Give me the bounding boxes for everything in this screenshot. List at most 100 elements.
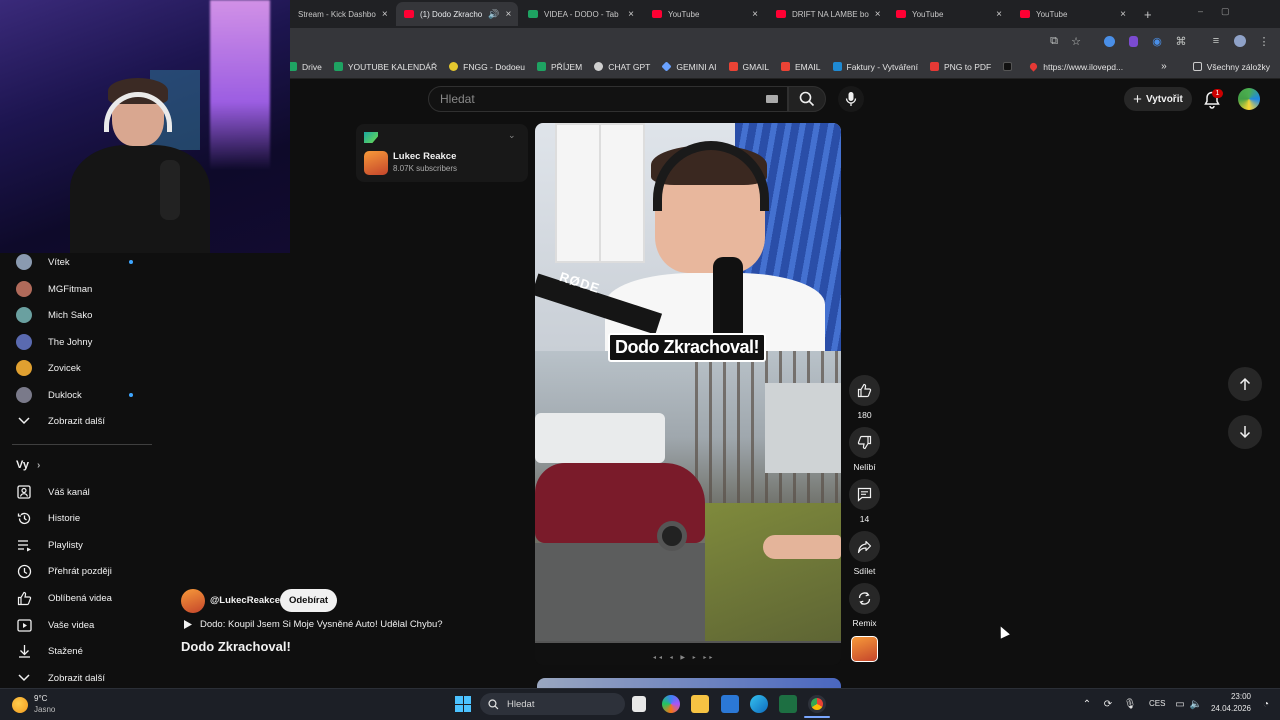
- search-button[interactable]: [788, 86, 826, 112]
- tab-drift-na-lambe[interactable]: DRIFT NA LAMBE bo ×: [768, 2, 886, 26]
- weather-condition[interactable]: Jasno: [34, 705, 55, 714]
- bookmark-youtube-kalendar[interactable]: YOUTUBE KALENDÁŘ: [333, 62, 437, 72]
- menu-kebab-icon[interactable]: ⋮: [1257, 34, 1271, 48]
- bookmark-gemini[interactable]: GEMINI AI: [661, 61, 717, 72]
- copilot-app-icon[interactable]: [662, 695, 680, 713]
- remix-button[interactable]: [849, 583, 880, 614]
- close-icon[interactable]: ×: [376, 9, 388, 20]
- bookmark-unnamed[interactable]: [1003, 62, 1017, 71]
- create-button[interactable]: + Vytvořit: [1124, 87, 1192, 111]
- notifications-icon[interactable]: ◔: [1260, 698, 1272, 710]
- sidebar-item-your-channel[interactable]: Váš kanál: [0, 479, 152, 505]
- excel-app-icon[interactable]: [779, 695, 797, 713]
- subscribe-button[interactable]: Odebírat: [280, 589, 337, 612]
- sidebar-subscription-zovicek[interactable]: Zovicek: [0, 355, 152, 381]
- notepad-app-icon[interactable]: [632, 696, 646, 712]
- sidebar-subscription-duklock[interactable]: Duklock: [0, 382, 152, 408]
- account-avatar[interactable]: [1238, 88, 1260, 110]
- tab-youtube-2[interactable]: YouTube ×: [888, 2, 1010, 26]
- window-controls[interactable]: –▢: [1198, 6, 1258, 17]
- previous-short-button[interactable]: [1228, 367, 1262, 401]
- close-icon[interactable]: ×: [990, 9, 1002, 20]
- tab-youtube-3[interactable]: YouTube ×: [1012, 2, 1134, 26]
- tab-dodo-zkrachoval[interactable]: (1) Dodo Zkracho 🔊 ×: [396, 2, 518, 26]
- playback-controls-icon[interactable]: ◂◂ ◂ ▶ ▸ ▸▸: [653, 654, 715, 661]
- close-icon[interactable]: ×: [746, 9, 758, 20]
- clock-time[interactable]: 23:00: [1219, 692, 1251, 701]
- close-icon[interactable]: ×: [1114, 9, 1126, 20]
- bookmark-drive[interactable]: Drive: [288, 62, 322, 72]
- sidebar-show-more-subscriptions[interactable]: Zobrazit další: [0, 408, 152, 434]
- sidebar-item-watch-later[interactable]: Přehrát později: [0, 558, 152, 584]
- start-button[interactable]: [455, 696, 471, 712]
- bookmark-prijem[interactable]: PŘÍJEM: [537, 62, 582, 72]
- bookmark-png-to-pdf[interactable]: PNG to PDF: [930, 62, 991, 72]
- bookmark-ilovepdf[interactable]: https://www.ilovepd...: [1028, 61, 1123, 72]
- sidebar-subscription-mich-sako[interactable]: Mich Sako: [0, 302, 152, 328]
- media-control-icon[interactable]: ≡: [1209, 34, 1223, 48]
- mail-app-icon[interactable]: [721, 695, 739, 713]
- chevron-down-icon[interactable]: ⌄: [508, 130, 516, 141]
- bookmarks-overflow-button[interactable]: »: [1161, 61, 1167, 72]
- sidebar-subscription-mgfitman[interactable]: MGFitman: [0, 276, 152, 302]
- sidebar-item-downloads[interactable]: Stažené: [0, 638, 152, 664]
- voice-search-button[interactable]: [838, 86, 864, 112]
- sidebar-item-liked-videos[interactable]: Oblíbená videa: [0, 585, 152, 611]
- chevron-up-icon[interactable]: ⌃: [1081, 698, 1093, 710]
- bookmark-faktury[interactable]: Faktury - Vytváření: [832, 62, 918, 72]
- channel-card[interactable]: ⌄ Lukec Reakce 8.07K subscribers: [356, 124, 528, 182]
- channel-avatar[interactable]: [364, 151, 388, 175]
- bookmark-fngg[interactable]: FNGG - Dodoeu: [449, 62, 525, 72]
- progress-track[interactable]: [535, 641, 841, 643]
- sidebar-subscription-the-johny[interactable]: The Johny: [0, 329, 152, 355]
- short-video-player[interactable]: RØDE Dodo Zkrachoval! ◂◂ ◂ ▶ ▸ ▸▸: [535, 123, 841, 665]
- like-button[interactable]: [849, 375, 880, 406]
- volume-icon[interactable]: 🔈: [1190, 698, 1202, 710]
- search-input[interactable]: [440, 86, 750, 112]
- dislike-button[interactable]: [849, 427, 880, 458]
- sidebar-subscription-vitek[interactable]: Vítek: [0, 249, 152, 275]
- file-explorer-icon[interactable]: [691, 695, 709, 713]
- uploader-handle[interactable]: @LukecReakce: [210, 595, 280, 606]
- channel-name[interactable]: Lukec Reakce: [393, 151, 456, 162]
- star-icon[interactable]: ☆: [1069, 34, 1083, 48]
- keyboard-icon[interactable]: [766, 95, 778, 103]
- tab-kick-dashboard[interactable]: Stream - Kick Dashbo ×: [290, 2, 394, 26]
- uploader-avatar[interactable]: [181, 589, 205, 613]
- edge-browser-icon[interactable]: [750, 695, 768, 713]
- puzzle-extensions-icon[interactable]: ⌘: [1174, 34, 1188, 48]
- comments-button[interactable]: [849, 479, 880, 510]
- audio-extension-icon[interactable]: ◉: [1150, 34, 1164, 48]
- tab-youtube-1[interactable]: YouTube ×: [644, 2, 766, 26]
- close-icon[interactable]: ×: [622, 9, 634, 20]
- sidebar-item-history[interactable]: Historie: [0, 505, 152, 531]
- chrome-browser-icon[interactable]: [808, 695, 826, 713]
- tab-videa-dodo[interactable]: VIDEA - DODO - Tab ×: [520, 2, 642, 26]
- bookmark-gmail[interactable]: GMAIL: [728, 62, 769, 72]
- install-app-icon[interactable]: ⧉: [1047, 34, 1061, 48]
- bookmark-email[interactable]: EMAIL: [781, 62, 821, 72]
- next-short-button[interactable]: [1228, 415, 1262, 449]
- network-icon[interactable]: ▭: [1174, 698, 1186, 710]
- video-controls[interactable]: [535, 641, 841, 665]
- speaker-icon[interactable]: 🔊: [488, 9, 499, 20]
- sync-icon[interactable]: ⟳: [1102, 698, 1114, 710]
- taskbar-search[interactable]: Hledat: [480, 693, 625, 715]
- keyboard-language[interactable]: CES: [1149, 699, 1165, 708]
- microphone-tray-icon[interactable]: 🎙: [1124, 698, 1137, 710]
- clock-date[interactable]: 24.04.2026: [1203, 704, 1251, 713]
- sidebar-item-playlists[interactable]: Playlisty: [0, 532, 152, 558]
- weather-temperature[interactable]: 9°C: [34, 694, 47, 703]
- extension-blue-icon[interactable]: [1102, 34, 1116, 48]
- all-bookmarks-button[interactable]: Všechny záložky: [1192, 62, 1270, 72]
- share-button[interactable]: [849, 531, 880, 562]
- related-video-link[interactable]: Dodo: Koupil Jsem Si Moje Vysněné Auto! …: [183, 619, 443, 630]
- channel-thumbnail-button[interactable]: [851, 636, 878, 662]
- weather-moon-icon[interactable]: [12, 697, 28, 713]
- close-icon[interactable]: ×: [869, 9, 881, 20]
- sidebar-you-heading[interactable]: Vy ›: [16, 459, 40, 471]
- close-icon[interactable]: ×: [499, 9, 511, 20]
- new-tab-button[interactable]: +: [1136, 2, 1154, 26]
- extension-purple-icon[interactable]: [1126, 34, 1140, 48]
- sidebar-item-your-videos[interactable]: Vaše videa: [0, 612, 152, 638]
